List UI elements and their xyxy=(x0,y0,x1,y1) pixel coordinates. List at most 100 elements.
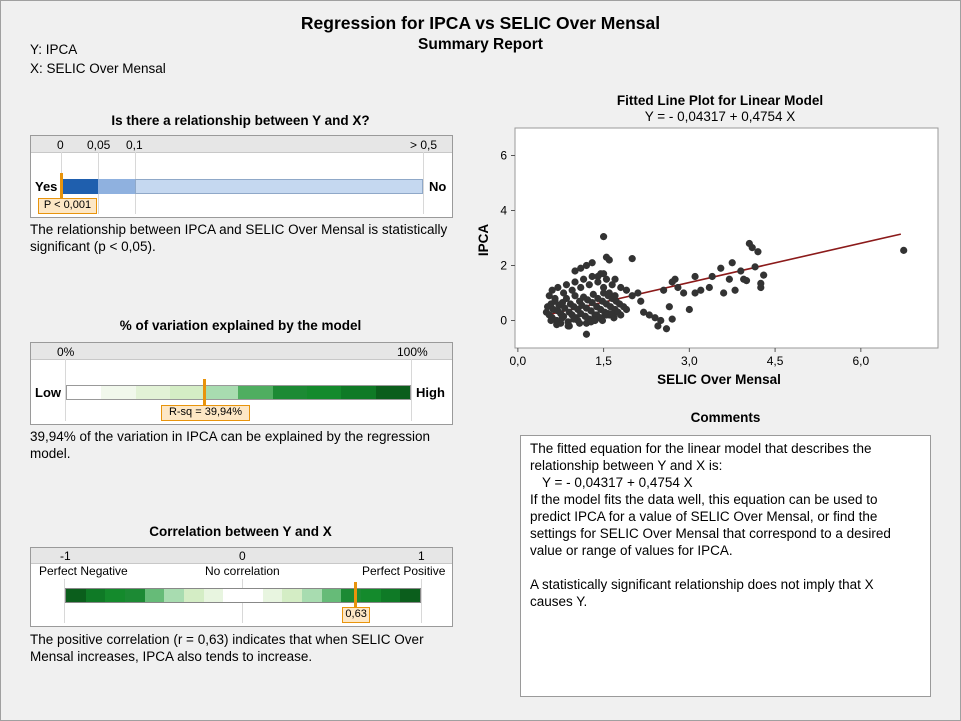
rsq-segment-9 xyxy=(375,386,410,399)
p-tick-05: > 0,5 xyxy=(410,138,438,152)
p-bar-not-significant xyxy=(135,179,423,194)
correlation-description: The positive correlation (r = 0,63) indi… xyxy=(30,632,424,664)
data-point xyxy=(760,271,768,279)
report-title: Regression for IPCA vs SELIC Over Mensal xyxy=(300,13,661,33)
data-point xyxy=(660,286,668,294)
data-point xyxy=(728,259,736,267)
data-point xyxy=(568,286,576,294)
data-point xyxy=(558,314,567,322)
data-point xyxy=(553,321,561,329)
report-subtitle: Summary Report xyxy=(418,36,543,53)
no-correlation-label: No correlation xyxy=(205,564,280,578)
x-axis: 0,0 1,5 3,0 4,5 6,0 xyxy=(510,348,869,368)
data-point xyxy=(551,294,559,303)
variation-panel: 0% 100% Low High R-sq = 39,94% xyxy=(30,342,453,425)
data-point xyxy=(748,244,756,252)
comment-paragraph-2: If the model fits the data well, this eq… xyxy=(530,492,891,558)
comment-equation: Y = - 0,04317 + 0,4754 X xyxy=(542,475,693,490)
p-value-marker xyxy=(60,173,63,198)
p-bar-significant xyxy=(62,179,98,194)
correlation-segment-2 xyxy=(105,589,126,602)
y-tick-label: 4 xyxy=(500,204,507,218)
data-point xyxy=(628,255,636,263)
correlation-marker xyxy=(354,582,358,609)
correlation-segment-15 xyxy=(361,589,381,602)
y-axis: 0 2 4 6 xyxy=(500,149,515,328)
data-point xyxy=(757,279,765,287)
data-point xyxy=(705,283,713,292)
p-tick-01: 0,1 xyxy=(126,138,143,152)
x-tick-label: 1,5 xyxy=(595,354,612,368)
correlation-segment-9 xyxy=(243,589,263,602)
data-point xyxy=(585,281,593,289)
data-point xyxy=(671,275,679,283)
data-point xyxy=(720,289,728,297)
summary-report-window: Regression for IPCA vs SELIC Over Mensal… xyxy=(0,0,961,721)
rsq-segment-1 xyxy=(101,386,136,399)
rsq-tag: R-sq = 39,94% xyxy=(161,405,250,421)
p-value-tag: P < 0,001 xyxy=(38,198,97,214)
data-point xyxy=(600,233,608,241)
data-point xyxy=(662,325,671,333)
correlation-tag: 0,63 xyxy=(342,607,371,623)
data-point xyxy=(637,297,645,305)
correlation-segment-4 xyxy=(144,589,165,602)
relationship-panel: 0 0,05 0,1 > 0,5 Yes No P < 0,001 xyxy=(30,135,453,218)
correlation-segment-1 xyxy=(85,589,106,602)
data-point xyxy=(571,278,579,286)
rsq-tick-0: 0% xyxy=(57,345,75,359)
r-tick-0: 0 xyxy=(239,549,246,563)
comment-paragraph-3: A statistically significant relationship… xyxy=(530,577,874,609)
data-point xyxy=(634,289,642,297)
x-tick-label: 4,5 xyxy=(767,354,784,368)
correlation-segment-11 xyxy=(282,589,303,602)
comments-title: Comments xyxy=(690,410,761,425)
correlation-segment-16 xyxy=(380,589,401,602)
high-label: High xyxy=(416,385,445,400)
correlation-segment-14 xyxy=(341,589,362,602)
rsq-segment-0 xyxy=(67,386,102,399)
x-tick-label: 3,0 xyxy=(681,354,698,368)
data-point xyxy=(562,281,571,289)
y-axis-label: IPCA xyxy=(476,224,491,257)
yes-label: Yes xyxy=(35,179,58,194)
low-label: Low xyxy=(35,385,61,400)
data-point xyxy=(725,275,733,283)
data-point xyxy=(674,283,682,292)
correlation-gradient-bar xyxy=(65,588,421,603)
data-point xyxy=(559,289,568,297)
rsq-marker xyxy=(202,379,206,405)
y-tick-label: 2 xyxy=(500,259,507,273)
y-variable-label: Y: IPCA xyxy=(30,42,78,57)
data-point xyxy=(611,275,619,283)
data-point xyxy=(665,303,673,311)
r-tick-neg1: -1 xyxy=(60,549,71,563)
data-point xyxy=(668,315,676,323)
p-bar-marginal xyxy=(98,179,135,194)
data-point xyxy=(900,246,908,254)
rsq-segment-5 xyxy=(238,386,273,399)
data-point xyxy=(554,283,562,292)
x-tick-label: 0,0 xyxy=(510,354,527,368)
correlation-segment-8 xyxy=(223,589,244,602)
data-point xyxy=(737,267,745,275)
correlation-segment-5 xyxy=(164,589,185,602)
data-point xyxy=(581,312,589,320)
y-tick-label: 0 xyxy=(500,314,507,328)
correlation-segment-6 xyxy=(184,589,204,602)
rsq-segment-3 xyxy=(169,386,205,399)
data-point xyxy=(731,286,739,294)
y-tick-label: 6 xyxy=(500,149,507,163)
data-point xyxy=(564,322,572,330)
x-tick-label: 6,0 xyxy=(852,354,869,368)
comment-paragraph-1: The fitted equation for the linear model… xyxy=(530,441,872,473)
perfect-positive-label: Perfect Positive xyxy=(362,564,446,578)
perfect-negative-label: Perfect Negative xyxy=(39,564,128,578)
rsq-segment-6 xyxy=(272,386,308,399)
x-axis-label: SELIC Over Mensal xyxy=(657,372,781,387)
x-variable-label: X: SELIC Over Mensal xyxy=(30,61,166,76)
data-point xyxy=(680,289,688,297)
correlation-segment-3 xyxy=(125,589,145,602)
plot-title: Fitted Line Plot for Linear Model xyxy=(616,93,824,108)
data-point xyxy=(611,292,619,300)
